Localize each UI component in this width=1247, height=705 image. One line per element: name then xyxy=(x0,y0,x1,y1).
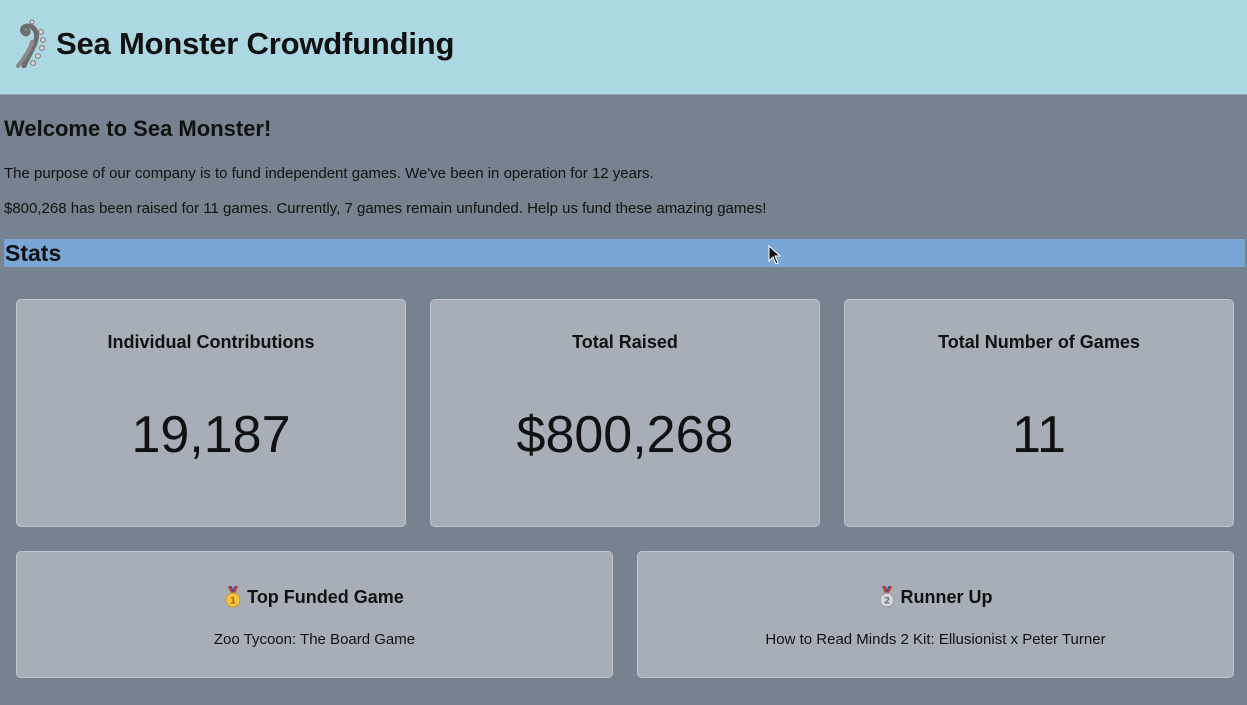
top-funded-game-name: Zoo Tycoon: The Board Game xyxy=(213,631,416,648)
stats-heading: Stats xyxy=(5,240,62,266)
svg-text:2: 2 xyxy=(883,597,889,607)
runner-up-game-card: 2 Runner Up How to Read Minds 2 Kit: Ell… xyxy=(637,551,1234,678)
top-funded-title: Top Funded Game xyxy=(247,586,404,607)
stat-label: Total Raised xyxy=(572,332,678,352)
runner-up-game-name: How to Read Minds 2 Kit: Ellusionist x P… xyxy=(765,631,1106,648)
runner-up-title-row: 2 Runner Up xyxy=(638,586,1233,608)
stats-section-header: Stats xyxy=(4,239,1245,267)
top-funded-title-row: 1 Top Funded Game xyxy=(17,586,612,608)
svg-text:1: 1 xyxy=(230,597,236,607)
stat-value: $800,268 xyxy=(516,406,734,464)
funding-summary: $800,268 has been raised for 11 games. C… xyxy=(4,200,767,217)
gold-medal-icon: 1 xyxy=(225,586,241,608)
stat-label: Individual Contributions xyxy=(107,332,315,352)
top-funded-game-card: 1 Top Funded Game Zoo Tycoon: The Board … xyxy=(16,551,613,678)
stat-card-contributions: Individual Contributions 19,187 xyxy=(16,299,406,527)
stat-card-total-games: Total Number of Games 11 xyxy=(844,299,1234,527)
intro-paragraph: The purpose of our company is to fund in… xyxy=(4,165,654,182)
welcome-heading: Welcome to Sea Monster! xyxy=(4,116,272,141)
tentacle-icon xyxy=(16,19,46,68)
stat-card-total-raised: Total Raised $800,268 xyxy=(430,299,820,527)
site-title: Sea Monster Crowdfunding xyxy=(56,26,455,61)
silver-medal-icon: 2 xyxy=(879,586,894,608)
stat-value: 19,187 xyxy=(131,406,291,464)
site-header: Sea Monster Crowdfunding xyxy=(0,0,1247,95)
stat-value: 11 xyxy=(1012,406,1066,464)
stat-label: Total Number of Games xyxy=(938,332,1140,352)
mouse-pointer-icon xyxy=(768,245,782,265)
runner-up-title: Runner Up xyxy=(900,586,993,607)
